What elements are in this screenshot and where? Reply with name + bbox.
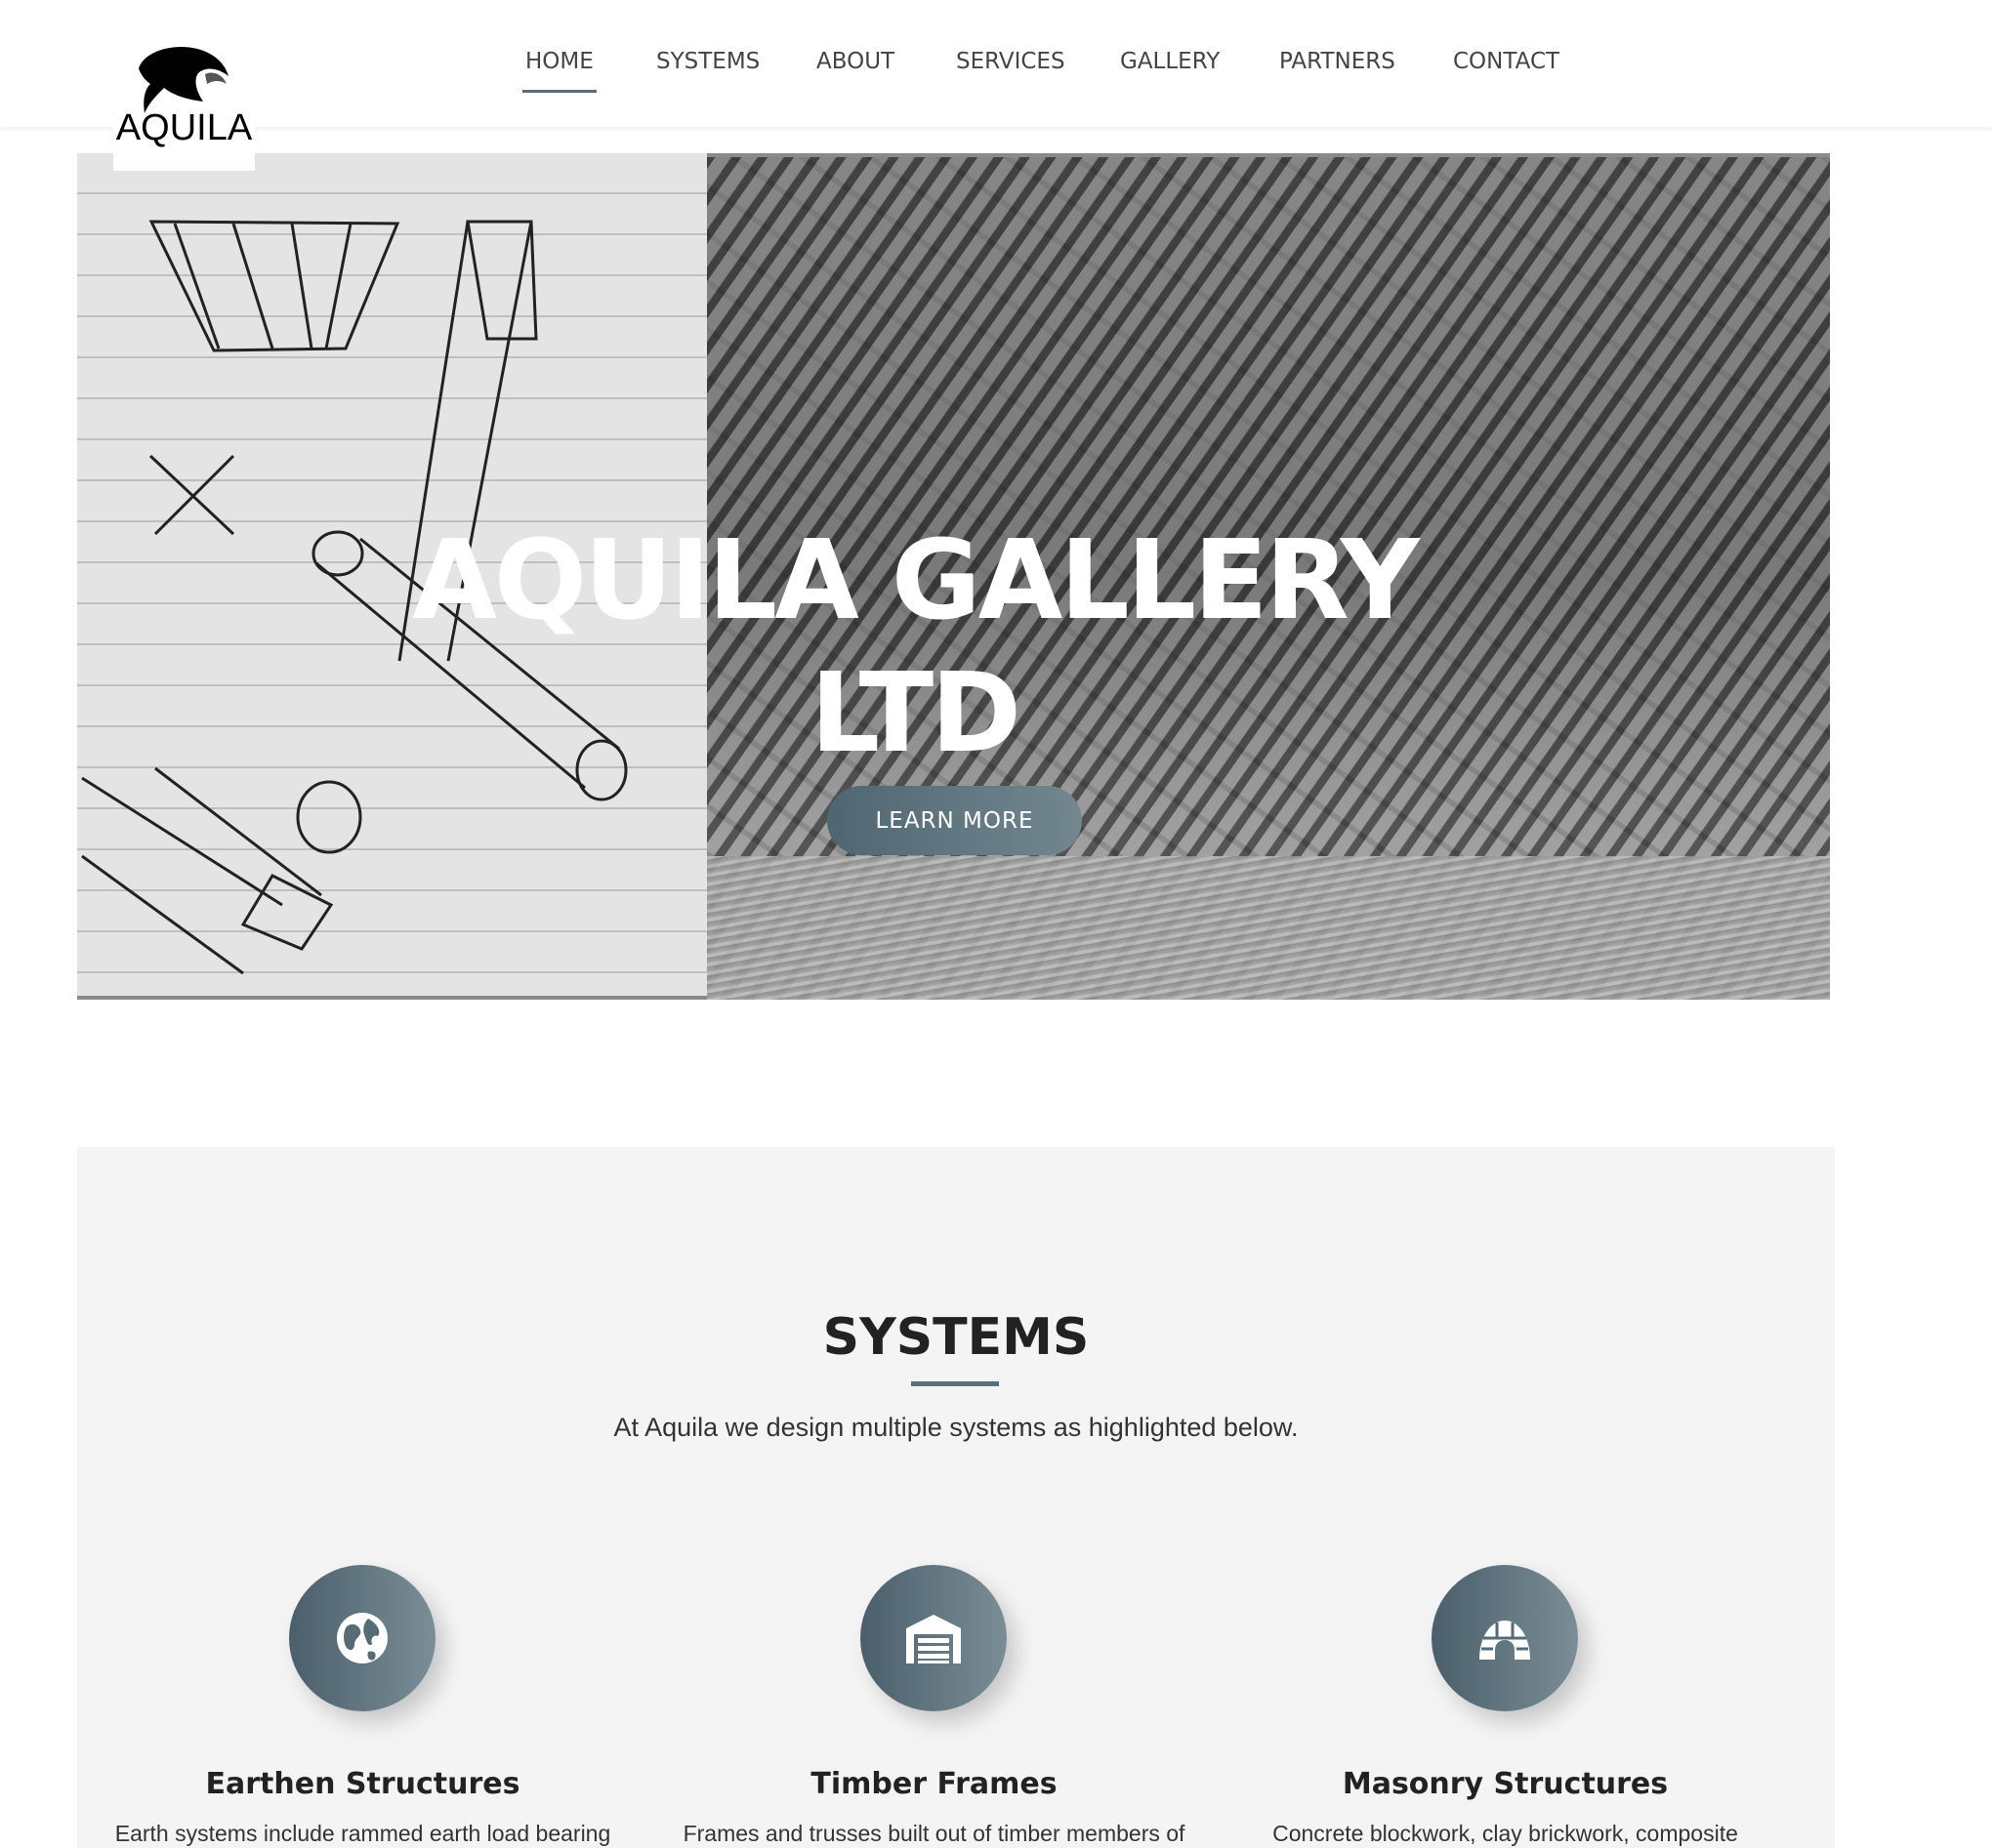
igloo-icon — [1479, 1621, 1530, 1660]
main-nav: HOME SYSTEMS ABOUT SERVICES GALLERY PART… — [0, 49, 1993, 98]
eagle-logo-icon — [139, 47, 228, 113]
nav-gallery[interactable]: GALLERY — [1120, 49, 1220, 74]
masonry-icon-circle[interactable] — [1432, 1565, 1578, 1711]
hero-title-line2: LTD — [810, 650, 1021, 777]
earthen-icon-circle[interactable] — [289, 1565, 436, 1711]
systems-section: SYSTEMS At Aquila we design multiple sys… — [77, 1147, 1835, 1848]
nav-about[interactable]: ABOUT — [816, 49, 894, 74]
site-header: HOME SYSTEMS ABOUT SERVICES GALLERY PART… — [0, 0, 1993, 127]
nav-systems[interactable]: SYSTEMS — [656, 49, 760, 74]
systems-subtitle: At Aquila we design multiple systems as … — [613, 1413, 1299, 1442]
warehouse-icon — [906, 1615, 961, 1663]
floor-image-texture — [707, 856, 1830, 1000]
nav-services[interactable]: SERVICES — [956, 49, 1065, 74]
hero-title-line1: AQUILA GALLERY — [412, 517, 1420, 644]
logo[interactable]: AQUILA — [113, 35, 255, 171]
hero-title: AQUILA GALLERY LTD — [77, 514, 1830, 780]
card-text: Frames and trusses built out of timber m… — [683, 1821, 1185, 1846]
globe-icon — [337, 1613, 388, 1663]
card-title: Masonry Structures — [1342, 1767, 1669, 1801]
nav-home[interactable]: HOME — [522, 49, 597, 93]
title-underline — [911, 1381, 999, 1386]
timber-icon-circle[interactable] — [860, 1565, 1007, 1711]
hero-banner: AQUILA GALLERY LTD LEARN MORE — [77, 153, 1830, 1000]
card-text: Earth systems include rammed earth load … — [114, 1821, 611, 1846]
systems-title: SYSTEMS — [822, 1308, 1090, 1367]
card-title: Timber Frames — [810, 1767, 1058, 1801]
learn-more-button[interactable]: LEARN MORE — [827, 786, 1082, 855]
nav-contact[interactable]: CONTACT — [1453, 49, 1559, 74]
card-title: Earthen Structures — [205, 1767, 520, 1801]
logo-text: AQUILA — [115, 107, 253, 148]
card-text: Concrete blockwork, clay brickwork, comp… — [1272, 1821, 1738, 1846]
nav-partners[interactable]: PARTNERS — [1279, 49, 1395, 74]
